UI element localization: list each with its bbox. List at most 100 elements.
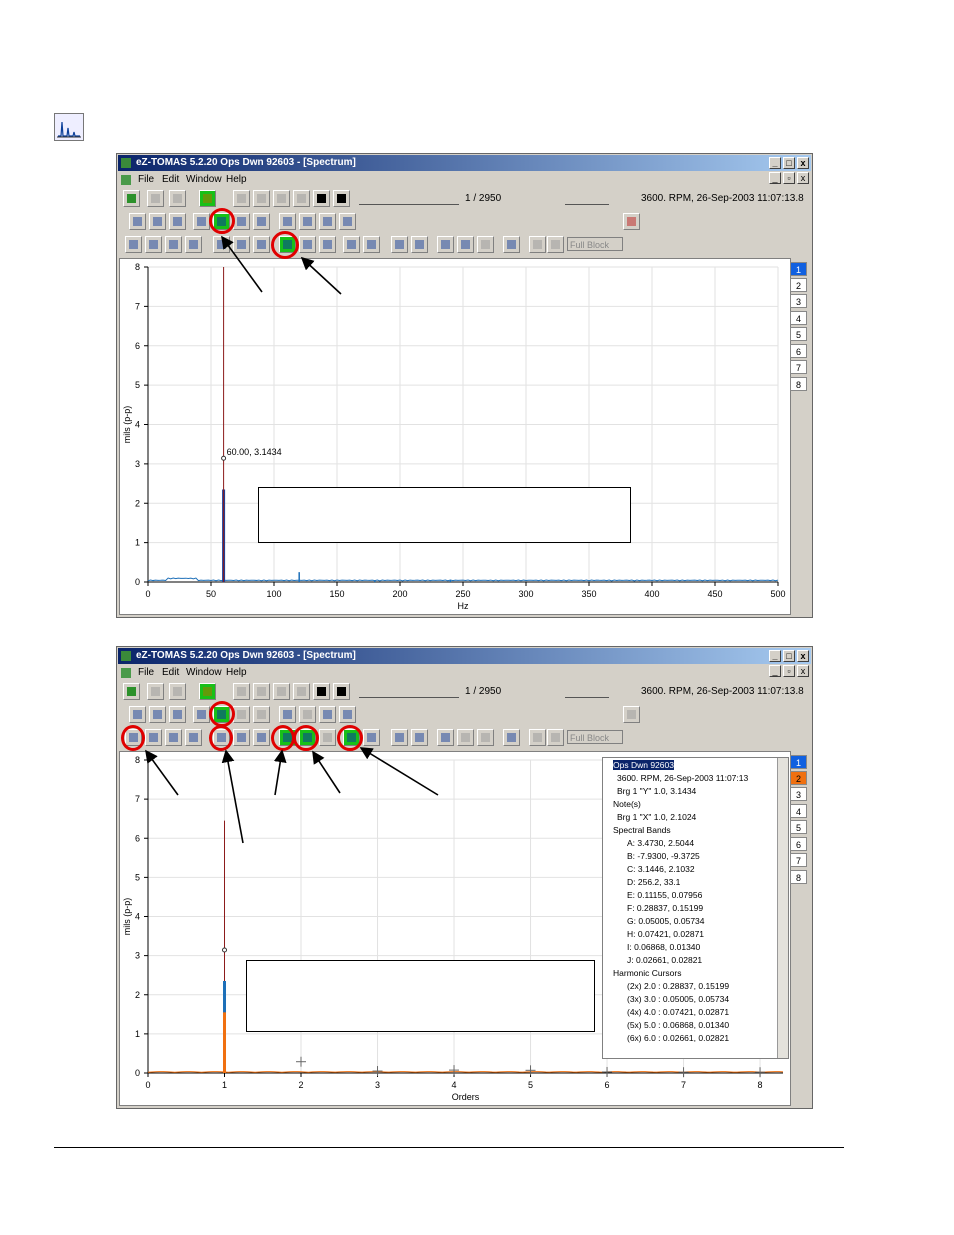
- shaft-centerline-icon[interactable]: [279, 213, 296, 230]
- tree-scrollbar[interactable]: [777, 758, 788, 1058]
- maximize-button[interactable]: □: [783, 157, 795, 169]
- circle-icon[interactable]: [477, 236, 494, 253]
- marker-icon[interactable]: [411, 236, 428, 253]
- database-button[interactable]: [199, 683, 216, 700]
- peaks-icon[interactable]: [233, 729, 250, 746]
- sync2-icon[interactable]: [547, 236, 564, 253]
- menu-file[interactable]: File: [138, 172, 154, 188]
- frame-slider[interactable]: [359, 685, 459, 698]
- tab-8[interactable]: 8: [790, 870, 807, 884]
- close-button[interactable]: x: [797, 157, 809, 169]
- sensor-icon[interactable]: [123, 683, 140, 700]
- scale-bottom-icon[interactable]: [185, 236, 202, 253]
- tab-4[interactable]: 4: [790, 311, 807, 325]
- mdi-restore-button[interactable]: ▫: [783, 665, 795, 677]
- spectrum-chart[interactable]: 0 1 2 3 4 5 6 7 8 0 50 100 150 200 250 300 350 400 450 500 H…: [120, 259, 790, 614]
- pause-button[interactable]: [147, 190, 164, 207]
- tab-1[interactable]: 1: [790, 262, 807, 276]
- block-select[interactable]: Full Block: [567, 730, 623, 744]
- tab-7[interactable]: 7: [790, 853, 807, 867]
- waveform-icon[interactable]: [129, 706, 146, 723]
- tree-item[interactable]: Brg 1 "X" 1.0, 2.1024: [617, 812, 696, 822]
- trend-icon[interactable]: [169, 706, 186, 723]
- tree-item[interactable]: (5x) 5.0 : 0.06868, 0.01340: [627, 1020, 729, 1030]
- tree-node[interactable]: Harmonic Cursors: [613, 968, 682, 978]
- bands-icon[interactable]: [343, 236, 360, 253]
- sync-icon[interactable]: [529, 236, 546, 253]
- peaks-icon[interactable]: [233, 236, 250, 253]
- last-frame-button[interactable]: [333, 683, 350, 700]
- menu-edit[interactable]: Edit: [162, 172, 179, 188]
- zoom-x-icon[interactable]: [437, 729, 454, 746]
- tree-item[interactable]: E: 0.11155, 0.07956: [627, 890, 702, 900]
- tree-item[interactable]: H: 0.07421, 0.02871: [627, 929, 704, 939]
- mdi-minimize-button[interactable]: _: [769, 665, 781, 677]
- menu-edit[interactable]: Edit: [162, 665, 179, 681]
- cascade-icon[interactable]: [299, 706, 316, 723]
- block-select[interactable]: Full Block: [567, 237, 623, 251]
- tree-item[interactable]: (3x) 3.0 : 0.05005, 0.05734: [627, 994, 729, 1004]
- circle-icon[interactable]: [477, 729, 494, 746]
- maximize-button[interactable]: □: [783, 650, 795, 662]
- probe-icon[interactable]: [125, 236, 142, 253]
- first-frame-button[interactable]: [253, 190, 270, 207]
- menu-help[interactable]: Help: [226, 665, 247, 681]
- minimize-button[interactable]: _: [769, 157, 781, 169]
- zoom-x-icon[interactable]: [437, 236, 454, 253]
- marker-icon[interactable]: [411, 729, 428, 746]
- tree-item[interactable]: I: 0.06868, 0.01340: [627, 942, 700, 952]
- shaft-centerline-icon[interactable]: [279, 706, 296, 723]
- tab-3[interactable]: 3: [790, 787, 807, 801]
- orbit-icon[interactable]: [193, 706, 210, 723]
- close-button[interactable]: x: [797, 650, 809, 662]
- bands2-icon[interactable]: [363, 729, 380, 746]
- tab-5[interactable]: 5: [790, 820, 807, 834]
- tree-item[interactable]: C: 3.1446, 2.1032: [627, 864, 695, 874]
- scale-left-icon[interactable]: [165, 729, 182, 746]
- minimize-button[interactable]: _: [769, 650, 781, 662]
- xy-icon[interactable]: [339, 706, 356, 723]
- spectrum-red-icon[interactable]: [623, 213, 640, 230]
- menu-window[interactable]: Window: [186, 172, 222, 188]
- title-bar[interactable]: eZ-TOMAS 5.2.20 Ops Dwn 92603 - [Spectru…: [118, 648, 811, 664]
- plot-area[interactable]: 0 1 2 3 4 5 6 7 8 0 1 2 3 4 5 6 7 8 Orders mils (p-p) Ops D…: [119, 751, 791, 1106]
- tree-item[interactable]: B: -7.9300, -9.3725: [627, 851, 700, 861]
- grid-icon[interactable]: [319, 236, 336, 253]
- waveform-icon[interactable]: [129, 213, 146, 230]
- legend-tree[interactable]: Ops Dwn 92603 3600. RPM, 26-Sep-2003 11:0…: [602, 757, 789, 1059]
- tree-item[interactable]: 3600. RPM, 26-Sep-2003 11:07:13: [617, 773, 748, 783]
- tab-1[interactable]: 1: [790, 755, 807, 769]
- tree-item[interactable]: D: 256.2, 33.1: [627, 877, 680, 887]
- tree-item[interactable]: (2x) 2.0 : 0.28837, 0.15199: [627, 981, 729, 991]
- sync2-icon[interactable]: [547, 729, 564, 746]
- tree-item[interactable]: G: 0.05005, 0.05734: [627, 916, 705, 926]
- tree-node[interactable]: Spectral Bands: [613, 825, 671, 835]
- rewind-button[interactable]: [233, 683, 250, 700]
- zoom-icon[interactable]: [457, 729, 474, 746]
- orbit-icon[interactable]: [193, 213, 210, 230]
- tree-node[interactable]: Note(s): [613, 799, 641, 809]
- bands2-icon[interactable]: [363, 236, 380, 253]
- mouse-icon[interactable]: [391, 236, 408, 253]
- menu-file[interactable]: File: [138, 665, 154, 681]
- xy-icon[interactable]: [339, 213, 356, 230]
- tree-item[interactable]: F: 0.28837, 0.15199: [627, 903, 703, 913]
- note-icon[interactable]: [253, 236, 270, 253]
- mdi-restore-button[interactable]: ▫: [783, 172, 795, 184]
- tab-4[interactable]: 4: [790, 804, 807, 818]
- cursor-icon[interactable]: [213, 236, 230, 253]
- trend-icon[interactable]: [169, 213, 186, 230]
- mouse-icon[interactable]: [391, 729, 408, 746]
- speed-slider[interactable]: [565, 685, 609, 698]
- reverse-play-button[interactable]: [273, 683, 290, 700]
- bode-icon[interactable]: [149, 706, 166, 723]
- bode-icon[interactable]: [149, 213, 166, 230]
- mdi-minimize-button[interactable]: _: [769, 172, 781, 184]
- spectrum-red-icon[interactable]: [623, 706, 640, 723]
- tab-3[interactable]: 3: [790, 294, 807, 308]
- stop-button[interactable]: [293, 190, 310, 207]
- trend-line-icon[interactable]: [319, 213, 336, 230]
- first-frame-button[interactable]: [253, 683, 270, 700]
- tree-item[interactable]: (6x) 6.0 : 0.02661, 0.02821: [627, 1033, 729, 1043]
- frame-slider[interactable]: [359, 192, 459, 205]
